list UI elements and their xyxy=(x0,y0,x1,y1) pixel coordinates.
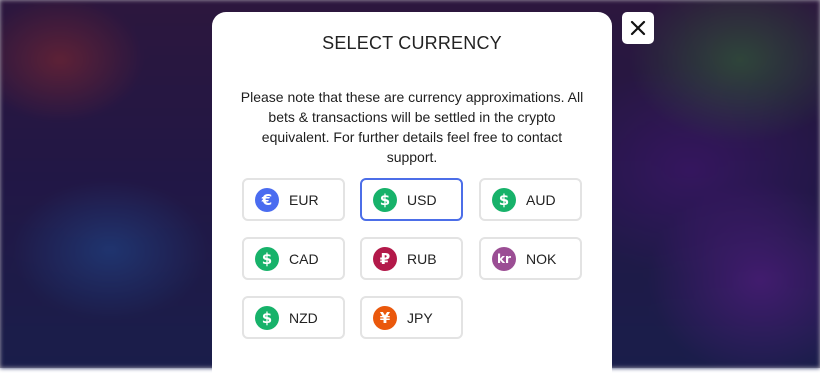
close-button[interactable] xyxy=(622,12,654,44)
ruble-icon: ₽ xyxy=(373,246,397,271)
currency-label: NZD xyxy=(289,309,318,326)
yen-icon: ¥ xyxy=(373,305,397,330)
krone-icon: kr xyxy=(492,246,516,271)
currency-button-jpy[interactable]: ¥ JPY xyxy=(360,296,463,339)
currency-label: JPY xyxy=(407,309,433,326)
currency-label: RUB xyxy=(407,250,437,267)
currency-button-eur[interactable]: € EUR xyxy=(242,178,345,221)
dollar-icon: $ xyxy=(255,246,279,271)
currency-button-usd[interactable]: $ USD xyxy=(360,178,463,221)
currency-note: Please note that these are currency appr… xyxy=(240,89,584,165)
currency-button-aud[interactable]: $ AUD xyxy=(479,178,582,221)
euro-icon: € xyxy=(255,187,279,212)
select-currency-modal: SELECT CURRENCY Please note that these a… xyxy=(212,12,612,392)
modal-title: SELECT CURRENCY xyxy=(322,33,502,53)
currency-label: AUD xyxy=(526,191,556,208)
close-icon xyxy=(630,20,646,36)
dollar-icon: $ xyxy=(492,187,516,212)
currency-label: USD xyxy=(407,191,437,208)
currency-label: CAD xyxy=(289,250,319,267)
currency-button-rub[interactable]: ₽ RUB xyxy=(360,237,463,280)
currency-button-cad[interactable]: $ CAD xyxy=(242,237,345,280)
currency-button-nok[interactable]: kr NOK xyxy=(479,237,582,280)
currency-button-nzd[interactable]: $ NZD xyxy=(242,296,345,339)
dollar-icon: $ xyxy=(373,187,397,212)
currency-label: NOK xyxy=(526,250,557,267)
currency-label: EUR xyxy=(289,191,319,208)
dollar-icon: $ xyxy=(255,305,279,330)
